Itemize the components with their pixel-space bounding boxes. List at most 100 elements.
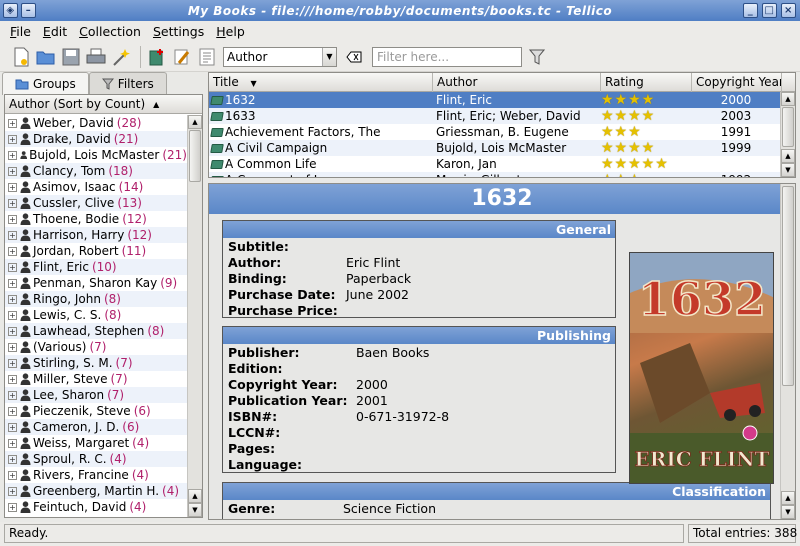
expand-icon[interactable]: + xyxy=(8,422,17,432)
new-document-icon[interactable] xyxy=(10,46,32,68)
scroll-thumb[interactable] xyxy=(189,130,201,182)
column-year[interactable]: Copyright Year xyxy=(692,73,782,92)
expand-icon[interactable]: + xyxy=(8,214,17,224)
expand-icon[interactable]: + xyxy=(8,166,17,176)
scroll-up-icon[interactable]: ▲ xyxy=(781,491,795,505)
scroll-down-icon[interactable]: ▼ xyxy=(188,503,202,517)
expand-icon[interactable]: + xyxy=(8,150,17,160)
scroll-up-icon[interactable]: ▲ xyxy=(188,489,202,503)
group-view[interactable]: Author (Sort by Count) ▲ + Weber, David (2… xyxy=(4,94,203,518)
group-item[interactable]: + Lee, Sharon (7) xyxy=(5,387,187,403)
title-bar[interactable]: ◈ – My Books - file:///home/robby/docume… xyxy=(0,0,800,21)
group-by-combo[interactable]: Author ▼ xyxy=(223,46,337,67)
expand-icon[interactable]: + xyxy=(8,390,17,400)
menu-file[interactable]: File xyxy=(4,24,37,39)
group-item[interactable]: + (Various) (7) xyxy=(5,339,187,355)
open-folder-icon[interactable] xyxy=(35,46,57,68)
table-row[interactable]: 1632 Flint, Eric ★★★★ 2000 xyxy=(209,92,795,108)
minimize-icon[interactable]: _ xyxy=(743,3,758,18)
expand-icon[interactable]: + xyxy=(8,454,17,464)
filter-input[interactable]: Filter here... xyxy=(372,46,522,67)
group-item[interactable]: + Stirling, S. M. (7) xyxy=(5,355,187,371)
expand-icon[interactable]: + xyxy=(8,326,17,336)
new-entry-icon[interactable] xyxy=(146,46,168,68)
group-item[interactable]: + Sproul, R. C. (4) xyxy=(5,451,187,467)
chevron-down-icon[interactable]: ▼ xyxy=(322,47,336,66)
group-item[interactable]: + Flint, Eric (10) xyxy=(5,259,187,275)
menu-edit[interactable]: Edit xyxy=(37,24,73,39)
group-item[interactable]: + Greenberg, Martin H. (4) xyxy=(5,483,187,499)
table-row[interactable]: 1633 Flint, Eric; Weber, David ★★★★ 2003 xyxy=(209,108,795,124)
group-item[interactable]: + Harrison, Harry (12) xyxy=(5,227,187,243)
table-row[interactable]: A Covenant of Love Morris, Gilbert★★★1992 xyxy=(209,172,795,177)
group-item[interactable]: + Pieczenik, Steve (6) xyxy=(5,403,187,419)
expand-icon[interactable]: + xyxy=(8,198,17,208)
expand-icon[interactable]: + xyxy=(8,486,17,496)
window-menu-icon[interactable]: ◈ xyxy=(3,3,18,18)
column-rating[interactable]: Rating xyxy=(601,73,692,92)
table-row[interactable]: Achievement Factors, The Griessman, B. Eu… xyxy=(209,124,795,140)
group-item[interactable]: + Ringo, John (8) xyxy=(5,291,187,307)
menu-collection[interactable]: Collection xyxy=(73,24,147,39)
sticky-icon[interactable]: – xyxy=(21,3,36,18)
expand-icon[interactable]: + xyxy=(8,278,17,288)
group-item[interactable]: + Feintuch, David (4) xyxy=(5,499,187,515)
group-item[interactable]: + Clancy, Tom (18) xyxy=(5,163,187,179)
expand-icon[interactable]: + xyxy=(8,374,17,384)
group-item[interactable]: + Lawhead, Stephen (8) xyxy=(5,323,187,339)
entry-detail-view[interactable]: 1632 General Subtitle: Author: Eric Flint B… xyxy=(208,183,796,520)
expand-icon[interactable]: + xyxy=(8,134,17,144)
expand-icon[interactable]: + xyxy=(8,182,17,192)
group-item[interactable]: + Rivers, Francine (4) xyxy=(5,467,187,483)
expand-icon[interactable]: + xyxy=(8,118,17,128)
save-icon[interactable] xyxy=(60,46,82,68)
group-item[interactable]: + Jordan, Robert (11) xyxy=(5,243,187,259)
column-title[interactable]: Title ▼ xyxy=(209,73,433,92)
scroll-up-icon[interactable]: ▲ xyxy=(781,149,795,163)
expand-icon[interactable]: + xyxy=(8,438,17,448)
tab-filters[interactable]: Filters xyxy=(88,72,167,94)
group-item[interactable]: + Bujold, Lois McMaster (21) xyxy=(5,147,187,163)
scroll-thumb[interactable] xyxy=(782,186,794,386)
group-item[interactable]: + Cameron, J. D. (6) xyxy=(5,419,187,435)
group-scrollbar[interactable]: ▲ ▲ ▼ xyxy=(187,115,202,517)
menu-help[interactable]: Help xyxy=(210,24,251,39)
group-item[interactable]: + Weber, David (28) xyxy=(5,115,187,131)
expand-icon[interactable]: + xyxy=(8,406,17,416)
wizard-icon[interactable] xyxy=(110,46,132,68)
column-author[interactable]: Author xyxy=(433,73,601,92)
group-item[interactable]: + Drake, David (21) xyxy=(5,131,187,147)
expand-icon[interactable]: + xyxy=(8,502,17,512)
expand-icon[interactable]: + xyxy=(8,342,17,352)
scroll-down-icon[interactable]: ▼ xyxy=(781,505,795,519)
edit-entry-icon[interactable] xyxy=(171,46,193,68)
print-icon[interactable] xyxy=(85,46,107,68)
expand-icon[interactable]: + xyxy=(8,470,17,480)
expand-icon[interactable]: + xyxy=(8,246,17,256)
table-row[interactable]: A Common Life Karon, Jan ★★★★★ xyxy=(209,156,795,172)
group-item[interactable]: + Thoene, Bodie (12) xyxy=(5,211,187,227)
expand-icon[interactable]: + xyxy=(8,310,17,320)
close-icon[interactable]: × xyxy=(781,3,796,18)
group-item[interactable]: + Weiss, Margaret (4) xyxy=(5,435,187,451)
group-column-header[interactable]: Author (Sort by Count) ▲ xyxy=(5,95,202,114)
group-item[interactable]: + Lewis, C. S. (8) xyxy=(5,307,187,323)
table-scrollbar[interactable]: ▲ ▲ ▼ xyxy=(780,92,795,177)
group-item[interactable]: + Miller, Steve (7) xyxy=(5,371,187,387)
scroll-up-icon[interactable]: ▲ xyxy=(781,92,795,106)
funnel-icon[interactable] xyxy=(526,46,548,68)
menu-settings[interactable]: Settings xyxy=(147,24,210,39)
scroll-thumb[interactable] xyxy=(782,107,794,147)
group-item[interactable]: + Penman, Sharon Kay (9) xyxy=(5,275,187,291)
group-item[interactable]: + Cussler, Clive (13) xyxy=(5,195,187,211)
entry-table[interactable]: Title ▼ Author Rating Copyright Year 163… xyxy=(208,72,796,178)
scroll-up-icon[interactable]: ▲ xyxy=(188,115,202,129)
expand-icon[interactable]: + xyxy=(8,262,17,272)
table-row[interactable]: A Civil Campaign Bujold, Lois McMaster ★★★… xyxy=(209,140,795,156)
group-item[interactable]: + Asimov, Isaac (14) xyxy=(5,179,187,195)
scroll-down-icon[interactable]: ▼ xyxy=(781,163,795,177)
expand-icon[interactable]: + xyxy=(8,294,17,304)
tab-groups[interactable]: Groups xyxy=(2,72,89,95)
detail-scrollbar[interactable]: ▲ ▼ xyxy=(780,184,795,519)
expand-icon[interactable]: + xyxy=(8,230,17,240)
